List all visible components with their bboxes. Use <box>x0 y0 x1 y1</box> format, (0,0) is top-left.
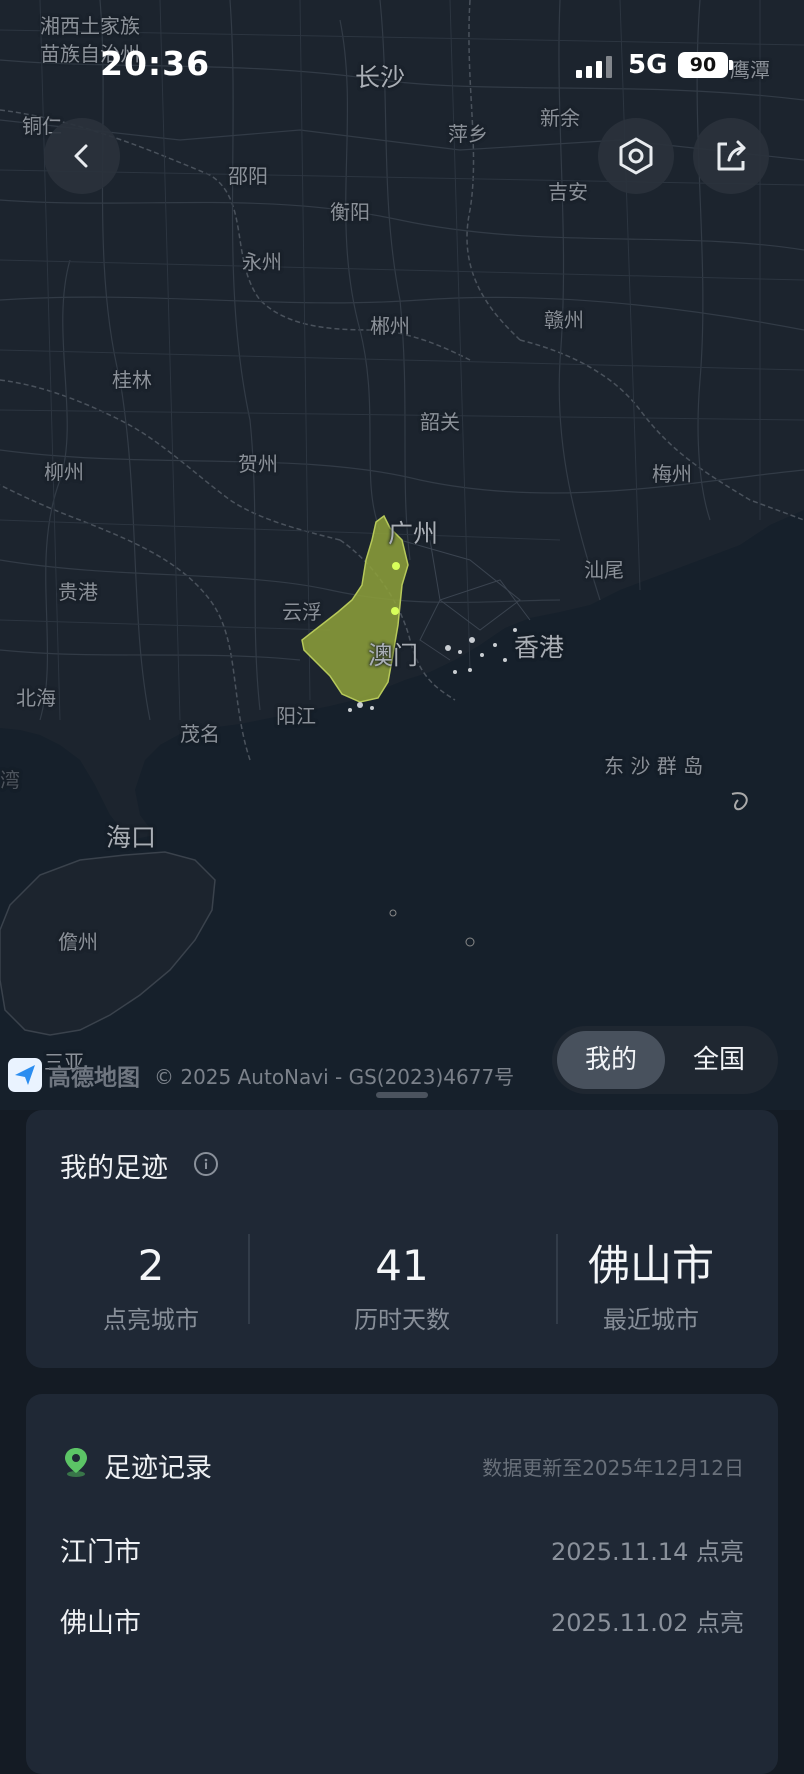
map-label-danzhou: 儋州 <box>58 930 98 954</box>
back-button[interactable] <box>44 118 120 194</box>
stat-cities-lit: 2 点亮城市 <box>26 1240 276 1335</box>
footprint-records-card: 足迹记录 数据更新至2025年12月12日 江门市 2025.11.14 点亮 … <box>26 1394 778 1774</box>
summary-title: 我的足迹 <box>60 1153 168 1184</box>
map-label-chenzhou: 郴州 <box>370 314 410 338</box>
map-label-haikou: 海口 <box>106 823 157 852</box>
map-label-changsha: 长沙 <box>355 63 406 92</box>
stat-recent-city: 佛山市 最近城市 <box>526 1240 776 1335</box>
stat-days-elapsed: 41 历时天数 <box>277 1240 527 1335</box>
map-label-xinyu: 新余 <box>540 106 580 130</box>
map-label-meizhou: 梅州 <box>652 462 692 486</box>
network-type: 5G <box>628 50 668 80</box>
map-label-wan: 湾 <box>0 768 20 792</box>
map-label-hongkong: 香港 <box>514 633 565 662</box>
record-city: 佛山市 <box>60 1608 141 1639</box>
record-date: 2025.11.02 点亮 <box>550 1609 744 1637</box>
battery-tip <box>729 60 733 70</box>
settings-button[interactable] <box>598 118 674 194</box>
map-canvas[interactable] <box>0 0 804 1110</box>
battery-icon: 90 <box>678 52 728 78</box>
share-button[interactable] <box>693 118 769 194</box>
record-date: 2025.11.14 点亮 <box>550 1538 744 1566</box>
map-label-xiangxi: 湘西土家族 <box>40 14 140 38</box>
map-label-guilin: 桂林 <box>112 368 152 392</box>
cellular-signal-icon <box>576 56 616 78</box>
map-label-guigang: 贵港 <box>58 580 98 604</box>
map-label-shaoguan: 韶关 <box>420 410 460 434</box>
sheet-drag-handle[interactable] <box>376 1092 428 1098</box>
map-attribution: 高德地图 © 2025 AutoNavi - GS(2023)4677号 <box>8 1058 514 1092</box>
status-time: 20:36 <box>100 44 211 83</box>
map-label-maoming: 茂名 <box>180 722 220 746</box>
stat-value: 2 <box>137 1241 165 1290</box>
amap-logo-icon <box>8 1058 42 1092</box>
map-label-pingxiang: 萍乡 <box>448 122 488 146</box>
map-label-hezhou: 贺州 <box>238 452 278 476</box>
map-label-shanwei: 汕尾 <box>584 558 624 582</box>
map-label-liuzhou: 柳州 <box>44 460 84 484</box>
footprint-summary-card: 我的足迹 2 点亮城市 41 历时天数 佛山市 最近城市 <box>26 1110 778 1368</box>
map-label-shaoyang: 邵阳 <box>228 164 268 188</box>
map-label-dongsha: 东 沙 群 岛 <box>604 754 704 778</box>
records-title: 足迹记录 <box>104 1453 212 1484</box>
amap-logo-text: 高德地图 <box>48 1065 140 1091</box>
scope-toggle[interactable]: 我的 全国 <box>552 1026 778 1094</box>
map-label-yingtan: 鹰潭 <box>730 58 770 82</box>
list-item[interactable]: 佛山市 2025.11.02 点亮 <box>60 1601 744 1641</box>
toggle-national[interactable]: 全国 <box>665 1031 773 1089</box>
stat-label: 最近城市 <box>603 1306 699 1334</box>
hex-nut-settings-icon <box>619 137 653 175</box>
map-view[interactable]: 湘西土家族 苗族自治州 长沙 鹰潭 铜仁 萍乡 新余 邵阳 衡阳 吉安 永州 郴… <box>0 0 804 1110</box>
record-city: 江门市 <box>60 1537 141 1568</box>
location-pin-icon <box>65 1448 87 1477</box>
info-icon[interactable] <box>194 1152 218 1176</box>
stat-value: 佛山市 <box>587 1241 714 1290</box>
stat-label: 历时天数 <box>354 1306 450 1334</box>
copyright-text: © 2025 AutoNavi - GS(2023)4677号 <box>154 1064 515 1089</box>
map-label-yunfu: 云浮 <box>282 600 322 624</box>
map-label-macau: 澳门 <box>368 641 419 670</box>
map-label-jian: 吉安 <box>548 180 588 204</box>
stat-value: 41 <box>375 1241 429 1290</box>
list-item[interactable]: 江门市 2025.11.14 点亮 <box>60 1530 744 1570</box>
share-icon <box>717 140 746 171</box>
toggle-mine[interactable]: 我的 <box>557 1031 665 1089</box>
map-label-yangjiang: 阳江 <box>276 704 316 728</box>
stat-divider <box>248 1234 250 1324</box>
map-label-hengyang: 衡阳 <box>330 200 370 224</box>
map-label-beihai: 北海 <box>16 686 56 710</box>
chevron-left-icon <box>74 144 88 168</box>
stat-label: 点亮城市 <box>103 1306 199 1334</box>
city-dot-foshan <box>392 562 400 570</box>
map-label-yongzhou: 永州 <box>242 250 282 274</box>
map-label-guangzhou: 广州 <box>388 519 439 548</box>
records-updated-text: 数据更新至2025年12月12日 <box>482 1456 744 1480</box>
map-label-ganzhou: 赣州 <box>544 308 584 332</box>
city-dot-jiangmen <box>391 607 399 615</box>
battery-level: 90 <box>689 54 717 76</box>
